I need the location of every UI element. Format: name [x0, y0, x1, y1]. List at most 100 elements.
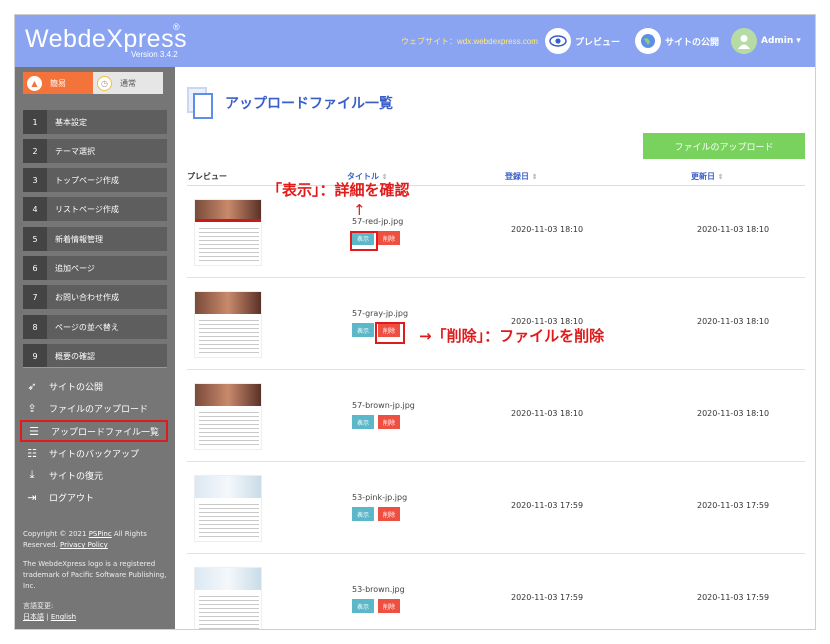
updated-date: 2020-11-03 17:59 — [697, 593, 770, 602]
registered-date: 2020-11-03 18:10 — [511, 409, 584, 418]
step-number: 2 — [23, 139, 47, 163]
file-thumbnail[interactable] — [194, 475, 262, 542]
rocket-icon: ➶ — [27, 379, 37, 393]
view-button[interactable]: 表示 — [352, 323, 374, 337]
language-separator: | — [46, 613, 49, 621]
column-updated-label: 更新日 — [691, 172, 715, 181]
trademark-text: The WebdeXpress logo is a registered tra… — [23, 560, 167, 590]
step-item-5[interactable]: 5 新着情報管理 — [23, 227, 167, 251]
sidebar-item-label: サイトの復元 — [49, 471, 104, 482]
view-button[interactable]: 表示 — [352, 507, 374, 521]
step-label: 概要の確認 — [55, 351, 95, 361]
app-window: WebdeXpress ® Version 3.4.2 ウェブサイト：wdx.w… — [14, 14, 816, 630]
tab-simple-label: 簡易 — [50, 78, 66, 88]
step-item-3[interactable]: 3 トップページ作成 — [23, 168, 167, 192]
sort-icon: ⇕ — [531, 173, 538, 181]
step-label: テーマ選択 — [55, 146, 95, 156]
updated-date: 2020-11-03 18:10 — [697, 317, 770, 326]
delete-annotation-text: →「削除」：ファイルを削除 — [419, 327, 605, 345]
mode-tabs: ▲ 簡易 ◷ 通常 — [23, 72, 163, 94]
privacy-policy-link[interactable]: Privacy Policy — [60, 541, 108, 549]
language-switcher: 言語変更: 日本語 | English — [23, 601, 169, 623]
upload-file-button[interactable]: ファイルのアップロード — [643, 133, 805, 159]
file-thumbnail[interactable] — [194, 199, 262, 266]
top-header: WebdeXpress ® Version 3.4.2 ウェブサイト：wdx.w… — [15, 15, 815, 67]
sort-icon: ⇕ — [717, 173, 724, 181]
user-menu[interactable]: Admin ▾ — [731, 28, 801, 54]
tab-normal-mode[interactable]: ◷ 通常 — [93, 72, 163, 94]
delete-button[interactable]: 削除 — [378, 415, 400, 429]
column-updated[interactable]: 更新日 ⇕ — [691, 171, 724, 182]
main-content: アップロードファイル一覧 ファイルのアップロード プレビュー タイトル ⇕ 登録… — [175, 67, 815, 629]
view-button[interactable]: 表示 — [352, 415, 374, 429]
step-number: 4 — [23, 197, 47, 221]
preview-button[interactable]: プレビュー — [545, 28, 620, 54]
file-name: 53-brown.jpg — [352, 585, 405, 594]
user-name: Admin — [761, 36, 794, 46]
site-url-link[interactable]: ウェブサイト：wdx.webdexpress.com — [401, 36, 538, 47]
step-item-6[interactable]: 6 追加ページ — [23, 256, 167, 280]
globe-icon — [635, 28, 661, 54]
table-row: 53-pink-jp.jpg 表示 削除 2020-11-03 17:59 20… — [187, 463, 805, 554]
registered-date: 2020-11-03 17:59 — [511, 501, 584, 510]
delete-button[interactable]: 削除 — [378, 231, 400, 245]
step-number: 7 — [23, 285, 47, 309]
language-english-link[interactable]: English — [51, 613, 76, 621]
clock-icon: ◷ — [97, 75, 112, 91]
version-label: Version 3.4.2 — [131, 50, 178, 59]
step-number: 9 — [23, 344, 47, 368]
column-registered[interactable]: 登録日 ⇕ — [505, 171, 538, 182]
column-preview: プレビュー — [187, 172, 227, 181]
column-registered-label: 登録日 — [505, 172, 529, 181]
sidebar-item-uploaded-files[interactable]: ☰ アップロードファイル一覧 — [20, 420, 168, 442]
copyright-label: Copyright © 2021 — [23, 530, 87, 538]
step-item-7[interactable]: 7 お問い合わせ作成 — [23, 285, 167, 309]
sidebar-item-logout[interactable]: ⇥ ログアウト — [25, 490, 94, 504]
view-button-highlight — [350, 231, 378, 251]
step-number: 5 — [23, 227, 47, 251]
sidebar-item-publish[interactable]: ➶ サイトの公開 — [25, 379, 103, 393]
file-thumbnail[interactable] — [194, 567, 262, 629]
upload-icon: ⇪ — [27, 401, 37, 415]
updated-date: 2020-11-03 18:10 — [697, 409, 770, 418]
step-item-2[interactable]: 2 テーマ選択 — [23, 139, 167, 163]
company-link[interactable]: PSPinc — [89, 530, 112, 538]
sidebar-item-restore[interactable]: ⤓ サイトの復元 — [25, 468, 103, 482]
step-number: 8 — [23, 315, 47, 339]
file-thumbnail[interactable] — [194, 383, 262, 450]
step-number: 6 — [23, 256, 47, 280]
sidebar-item-label: ファイルのアップロード — [49, 404, 149, 415]
language-japanese-link[interactable]: 日本語 — [23, 613, 44, 621]
table-row: 57-brown-jp.jpg 表示 削除 2020-11-03 18:10 2… — [187, 371, 805, 462]
sidebar-item-label: サイトのバックアップ — [49, 449, 140, 460]
step-label: 追加ページ — [55, 263, 95, 273]
view-button[interactable]: 表示 — [352, 599, 374, 613]
preview-label: プレビュー — [575, 37, 621, 48]
tab-simple-mode[interactable]: ▲ 簡易 — [23, 72, 93, 94]
publish-label: サイトの公開 — [665, 37, 720, 48]
step-label: ページの並べ替え — [55, 322, 119, 332]
step-item-8[interactable]: 8 ページの並べ替え — [23, 315, 167, 339]
sidebar-item-backup[interactable]: ☷ サイトのバックアップ — [25, 446, 139, 460]
step-item-4[interactable]: 4 リストページ作成 — [23, 197, 167, 221]
user-avatar-icon — [731, 28, 757, 54]
list-icon: ☰ — [29, 424, 39, 438]
sidebar-item-file-upload[interactable]: ⇪ ファイルのアップロード — [25, 401, 148, 415]
step-item-1[interactable]: 1 基本設定 — [23, 110, 167, 134]
files-icon — [187, 87, 215, 121]
updated-date: 2020-11-03 18:10 — [697, 225, 770, 234]
step-label: トップページ作成 — [55, 175, 119, 185]
view-annotation-text: 「表示」：詳細を確認 — [267, 181, 410, 199]
delete-button[interactable]: 削除 — [378, 599, 400, 613]
registered-date: 2020-11-03 17:59 — [511, 593, 584, 602]
backup-icon: ☷ — [27, 446, 37, 460]
sidebar-item-label: サイトの公開 — [49, 382, 104, 393]
step-item-9[interactable]: 9 概要の確認 — [23, 344, 167, 368]
delete-button[interactable]: 削除 — [378, 507, 400, 521]
person-icon: ▲ — [27, 75, 42, 91]
step-label: リストページ作成 — [55, 204, 119, 214]
publish-button[interactable]: サイトの公開 — [635, 28, 719, 54]
eye-icon — [545, 28, 571, 54]
sidebar-item-label: アップロードファイル一覧 — [51, 427, 160, 438]
file-thumbnail[interactable] — [194, 291, 262, 358]
